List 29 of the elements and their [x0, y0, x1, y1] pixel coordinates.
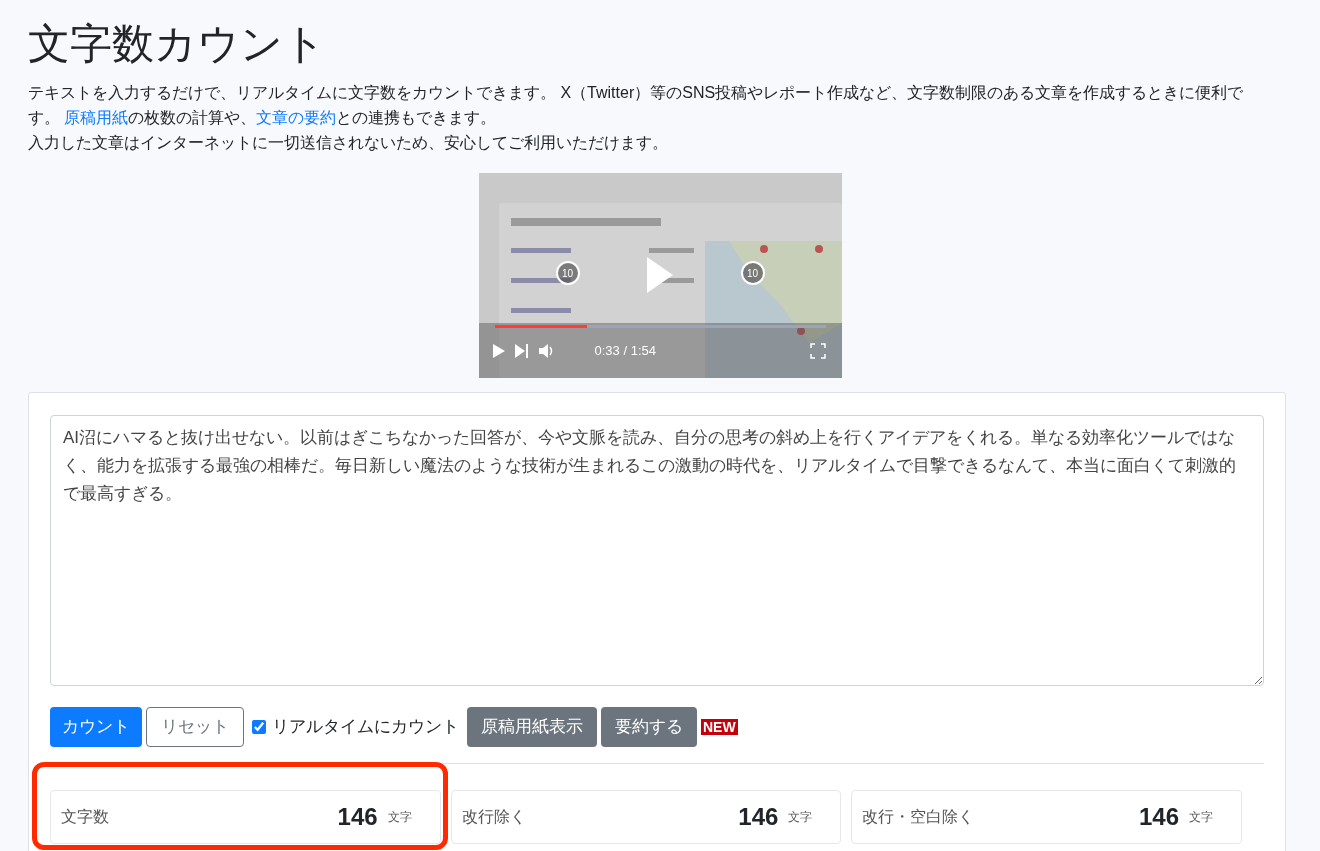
description-text: テキストを入力するだけで、リアルタイムに文字数をカウントできます。 X（Twitter）等のSNS投稿やレポート作成など、文字数制限のある文章を作成するときに便利です。 原稿用紙の枚数の計算や、文章の要約 との連携もできます。 — [28, 83, 1245, 128]
stat-label: 改行除く — [461, 807, 526, 827]
reset-button[interactable]: リセット — [146, 707, 244, 747]
next-icon[interactable] — [514, 343, 529, 358]
stat-unit: 文字 — [788, 809, 813, 826]
new-badge: NEW — [701, 719, 738, 735]
stat-unit: 文字 — [387, 809, 412, 826]
text-link[interactable]: 原稿用紙 — [64, 109, 129, 126]
stat-label: 文字数 — [61, 807, 109, 827]
stat-value: 146 — [337, 802, 378, 832]
stat-unit: 文字 — [1189, 809, 1213, 826]
page-title: 文字数カウント — [28, 19, 327, 69]
text-link[interactable]: 文章の要約 — [256, 109, 337, 126]
checkbox-label: リアルタイムにカウント — [272, 716, 459, 739]
count-button[interactable]: カウント — [50, 707, 142, 747]
fullscreen-icon[interactable] — [809, 342, 826, 359]
progress-track[interactable] — [494, 325, 826, 328]
description-text: 入力した文章はインターネットに一切送信されないため、安心してご利用いただけます。 — [28, 133, 669, 153]
stat-value: 146 — [738, 802, 779, 832]
play-icon[interactable] — [644, 255, 675, 295]
stat-label: 改行・空白除く — [862, 807, 975, 827]
stat-value: 146 — [1138, 802, 1179, 832]
volume-icon[interactable] — [538, 343, 555, 358]
realtime-checkbox[interactable] — [252, 720, 266, 734]
video-time: 0:33 / 1:54 — [594, 342, 656, 360]
action-button[interactable]: 原稿用紙表示 — [467, 707, 597, 747]
action-button[interactable]: 要約する — [601, 707, 697, 747]
text-input[interactable]: AI沼にハマると抜け出せない。以前はぎこちなかった回答が、今や文脈を読み、自分の思考の斜め上を行くアイデアをくれる。単なる効率化ツールではなく、能力を拡張する最強の相棒だ。毎日新しい魔法のような技術が生まれるこの激動の時代を、リアルタイムで目撃できるなんて、本当に面白くて刺激的で最高すぎる。 — [50, 415, 1264, 686]
play-icon[interactable] — [492, 343, 505, 358]
